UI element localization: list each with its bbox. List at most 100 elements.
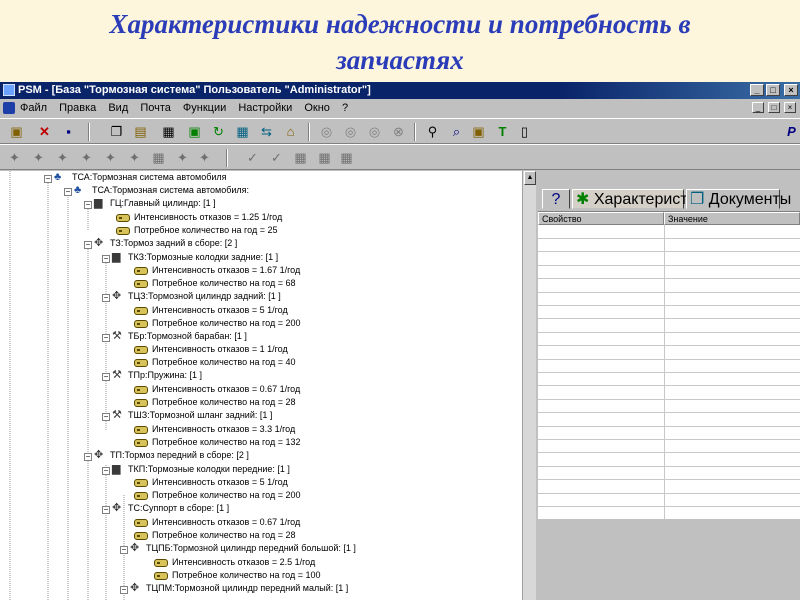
tree-node-attribute[interactable]: Потребное количество на год = 25: [116, 224, 277, 237]
tree-node-assembly[interactable]: ✥ ТЦПБ:Тормозной цилиндр передний большой…: [130, 542, 356, 555]
tree-node-attribute[interactable]: Интенсивность отказов = 0.67 1/год: [134, 516, 300, 529]
menu-help[interactable]: ?: [342, 102, 348, 114]
tree-expander[interactable]: −: [84, 241, 92, 249]
tree-node-attribute[interactable]: Потребное количество на год = 40: [134, 356, 295, 369]
tree-node-root[interactable]: ♣ ТСА:Тормозная система автомобиля: [54, 171, 227, 184]
tree-node-assembly[interactable]: ✥ ТЦПМ:Тормозной цилиндр передний малый: …: [130, 582, 348, 595]
refresh-icon[interactable]: ↻: [210, 123, 227, 140]
menu-view[interactable]: Вид: [108, 102, 128, 114]
tree-expander[interactable]: −: [120, 546, 128, 554]
tree-node-attribute[interactable]: Потребное количество на год = 100: [154, 569, 320, 582]
mdi-close-button[interactable]: ×: [784, 102, 796, 113]
menu-edit[interactable]: Правка: [59, 102, 96, 114]
zoom-icon[interactable]: ⌕: [448, 123, 465, 140]
tree-node-attribute[interactable]: Потребное количество на год = 28: [134, 396, 295, 409]
tree-expander[interactable]: −: [102, 334, 110, 342]
tree-node-assembly[interactable]: ✥ ТС:Суппорт в сборе: [1 ]: [112, 502, 229, 515]
copy-icon[interactable]: ❐: [108, 123, 125, 140]
tree-node-attribute[interactable]: Потребное количество на год = 200: [134, 489, 300, 502]
tree-expander[interactable]: −: [84, 453, 92, 461]
tree-node-assembly[interactable]: ♣ ТСА:Тормозная система автомобиля:: [74, 184, 249, 197]
check-icon[interactable]: ▦: [338, 149, 355, 166]
tree-node-attribute[interactable]: Потребное количество на год = 68: [134, 277, 295, 290]
tree-expander[interactable]: −: [102, 294, 110, 302]
tool-icon[interactable]: ✦: [126, 149, 143, 166]
delete-icon[interactable]: ✕: [36, 123, 53, 140]
check-icon[interactable]: ✓: [244, 149, 261, 166]
tree-node-attribute[interactable]: Интенсивность отказов = 5 1/год: [134, 304, 288, 317]
check-icon[interactable]: ▦: [292, 149, 309, 166]
tree-node-attribute[interactable]: Интенсивность отказов = 5 1/год: [134, 476, 288, 489]
tool-icon[interactable]: ✦: [6, 149, 23, 166]
check-icon[interactable]: ✓: [268, 149, 285, 166]
tree-node-assembly[interactable]: ✥ ТЦЗ:Тормозной цилиндр задний: [1 ]: [112, 290, 281, 303]
refresh-icon[interactable]: ▣: [186, 123, 203, 140]
book-icon[interactable]: ▯: [516, 123, 533, 140]
tree-node-attribute[interactable]: Интенсивность отказов = 2.5 1/год: [154, 556, 315, 569]
tool-icon[interactable]: ✦: [174, 149, 191, 166]
tree-node-attribute[interactable]: Интенсивность отказов = 1.25 1/год: [116, 211, 282, 224]
tree-node-part[interactable]: ▆ ТКП:Тормозные колодки передние: [1 ]: [112, 463, 290, 476]
tool-icon[interactable]: ✦: [54, 149, 71, 166]
menu-file[interactable]: Файл: [20, 102, 47, 114]
maximize-button[interactable]: □: [766, 84, 780, 96]
tab-characteristics[interactable]: ✱ Характеристики: [572, 189, 713, 209]
filter-icon[interactable]: T: [494, 123, 511, 140]
nav-back-icon[interactable]: ◎: [318, 123, 335, 140]
mdi-restore-button[interactable]: □: [768, 102, 780, 113]
stop-icon[interactable]: ⊗: [390, 123, 407, 140]
tree-node-part[interactable]: ⚒ ТБр:Тормозной барабан: [1 ]: [112, 330, 247, 343]
tree-node-attribute[interactable]: Интенсивность отказов = 0.67 1/год: [134, 383, 300, 396]
column-header-value[interactable]: Значение: [664, 212, 800, 225]
tree-node-attribute[interactable]: Интенсивность отказов = 1.67 1/год: [134, 264, 300, 277]
tool-icon[interactable]: ✦: [78, 149, 95, 166]
tool-icon[interactable]: ✦: [102, 149, 119, 166]
menu-settings[interactable]: Настройки: [238, 102, 292, 114]
home-icon[interactable]: ⌂: [282, 123, 299, 140]
close-button[interactable]: ×: [784, 84, 798, 96]
document-icon[interactable]: ▦: [160, 123, 177, 140]
find-icon[interactable]: ⚲: [424, 123, 441, 140]
menu-mail[interactable]: Почта: [140, 102, 171, 114]
tree-node-attribute[interactable]: Потребное количество на год = 200: [134, 317, 300, 330]
properties-icon[interactable]: ▣: [8, 123, 25, 140]
menu-window[interactable]: Окно: [304, 102, 330, 114]
import-icon[interactable]: ⇆: [258, 123, 275, 140]
tree-node-part[interactable]: ▆ ТКЗ:Тормозные колодки задние: [1 ]: [112, 251, 278, 264]
tool-icon[interactable]: ✦: [30, 149, 47, 166]
check-icon[interactable]: ▦: [316, 149, 333, 166]
tree-expander[interactable]: −: [102, 255, 110, 263]
tab-documents[interactable]: ❐ Документы: [686, 189, 791, 209]
tree-expander[interactable]: −: [120, 586, 128, 594]
properties-grid[interactable]: Свойство Значение: [538, 211, 800, 519]
tree-node-attribute[interactable]: Потребное количество на год = 28: [134, 529, 295, 542]
minimize-button[interactable]: _: [750, 84, 764, 96]
save-icon[interactable]: ▪: [60, 123, 77, 140]
document-menu-icon[interactable]: [3, 102, 15, 114]
tree-node-assembly[interactable]: ✥ ТП:Тормоз передний в сборе: [2 ]: [94, 449, 249, 462]
tree-expander[interactable]: −: [102, 506, 110, 514]
tool-icon[interactable]: ▣: [470, 123, 487, 140]
paste-icon[interactable]: ▤: [132, 123, 149, 140]
scroll-up-icon[interactable]: ▲: [524, 171, 536, 185]
tab-help[interactable]: ?: [542, 189, 570, 209]
tree-expander[interactable]: −: [102, 413, 110, 421]
tree-node-assembly[interactable]: ✥ ТЗ:Тормоз задний в сборе: [2 ]: [94, 237, 237, 250]
tree-node-attribute[interactable]: Интенсивность отказов = 3.3 1/год: [134, 423, 295, 436]
tree-node-part[interactable]: ▆ ГЦ:Главный цилиндр: [1 ]: [94, 197, 216, 210]
mdi-minimize-button[interactable]: _: [752, 102, 764, 113]
nav-forward-icon[interactable]: ◎: [366, 123, 383, 140]
tool-icon[interactable]: ✦: [196, 149, 213, 166]
tree-pane[interactable]: − − − − − − − − − − − − − − ♣ ТСА:Тормозн…: [0, 171, 524, 600]
export-icon[interactable]: ▦: [234, 123, 251, 140]
nav-up-icon[interactable]: ◎: [342, 123, 359, 140]
tree-node-attribute[interactable]: Интенсивность отказов = 1 1/год: [134, 343, 288, 356]
tool-icon[interactable]: ▦: [150, 149, 167, 166]
menu-functions[interactable]: Функции: [183, 102, 226, 114]
tree-node-part[interactable]: ⚒ ТШЗ:Тормозной шланг задний: [1 ]: [112, 409, 272, 422]
column-header-property[interactable]: Свойство: [538, 212, 664, 225]
tree-scrollbar[interactable]: ▲: [522, 171, 536, 600]
tree-expander[interactable]: −: [102, 467, 110, 475]
tree-expander[interactable]: −: [64, 188, 72, 196]
tree-expander[interactable]: −: [84, 201, 92, 209]
